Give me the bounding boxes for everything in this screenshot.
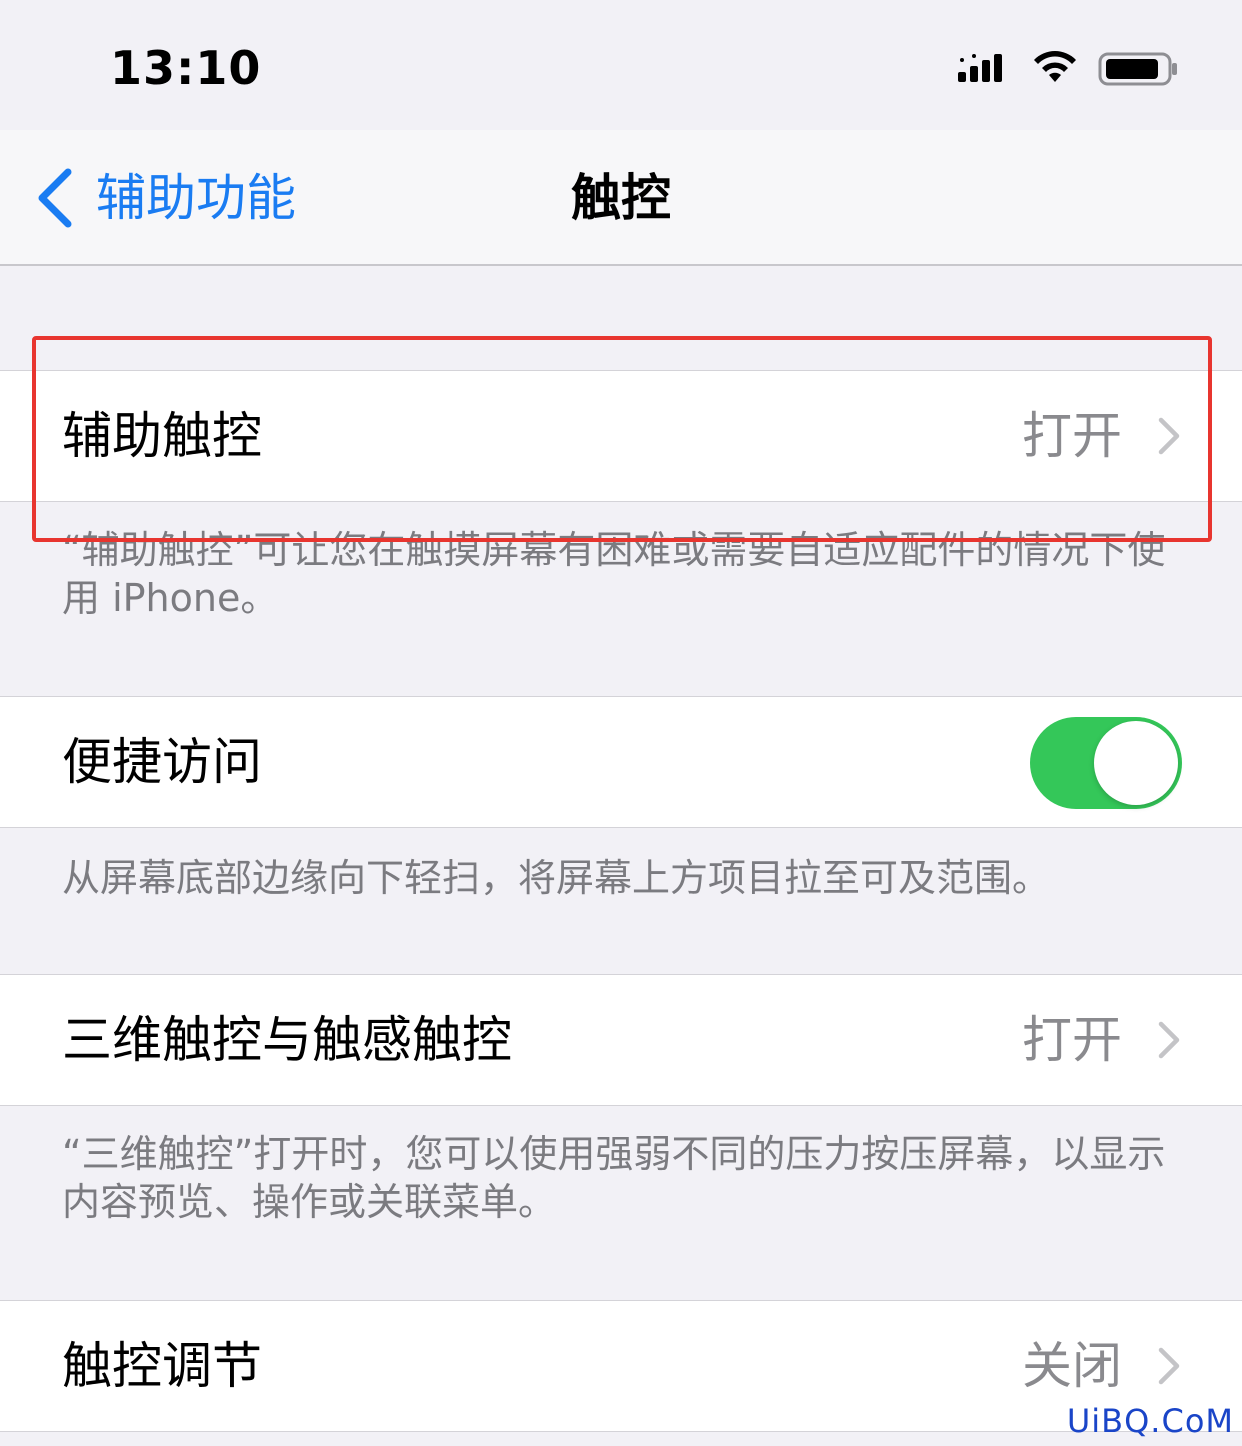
3d-touch-row[interactable]: 三维触控与触感触控 打开: [0, 974, 1242, 1106]
assistive-touch-label: 辅助触控: [62, 407, 262, 465]
3d-touch-value: 打开: [1022, 1011, 1122, 1069]
assistive-touch-footer: “辅助触控”可让您在触摸屏幕有困难或需要自适应配件的情况下使用 iPhone。: [62, 528, 1166, 620]
touch-accommodations-label: 触控调节: [62, 1337, 262, 1395]
status-time: 13:10: [110, 41, 262, 95]
reachability-label: 便捷访问: [62, 733, 262, 791]
touch-accommodations-row[interactable]: 触控调节 关闭: [0, 1300, 1242, 1432]
watermark: UiBQ.CoM: [1066, 1402, 1234, 1440]
assistive-touch-value: 打开: [1022, 407, 1122, 465]
3d-touch-footer: “三维触控”打开时，您可以使用强弱不同的压力按压屏幕，以显示内容预览、操作或关联…: [62, 1132, 1166, 1224]
navigation-bar: 辅助功能 触控: [0, 130, 1242, 266]
chevron-right-icon: [1158, 1021, 1180, 1059]
reachability-row: 便捷访问: [0, 696, 1242, 828]
3d-touch-label: 三维触控与触感触控: [62, 1011, 512, 1069]
chevron-right-icon: [1158, 417, 1180, 455]
battery-icon: [1098, 52, 1177, 86]
assistive-touch-row[interactable]: 辅助触控 打开: [0, 370, 1242, 502]
reachability-toggle[interactable]: [1030, 717, 1182, 809]
toggle-knob: [1094, 721, 1178, 805]
reachability-footer: 从屏幕底部边缘向下轻扫，将屏幕上方项目拉至可及范围。: [62, 856, 1051, 900]
cellular-signal-icon: [958, 54, 1002, 82]
page-title: 触控: [571, 169, 671, 227]
status-bar: 13:10: [0, 0, 1242, 130]
chevron-right-icon: [1158, 1347, 1180, 1385]
wifi-icon: [1034, 51, 1076, 82]
